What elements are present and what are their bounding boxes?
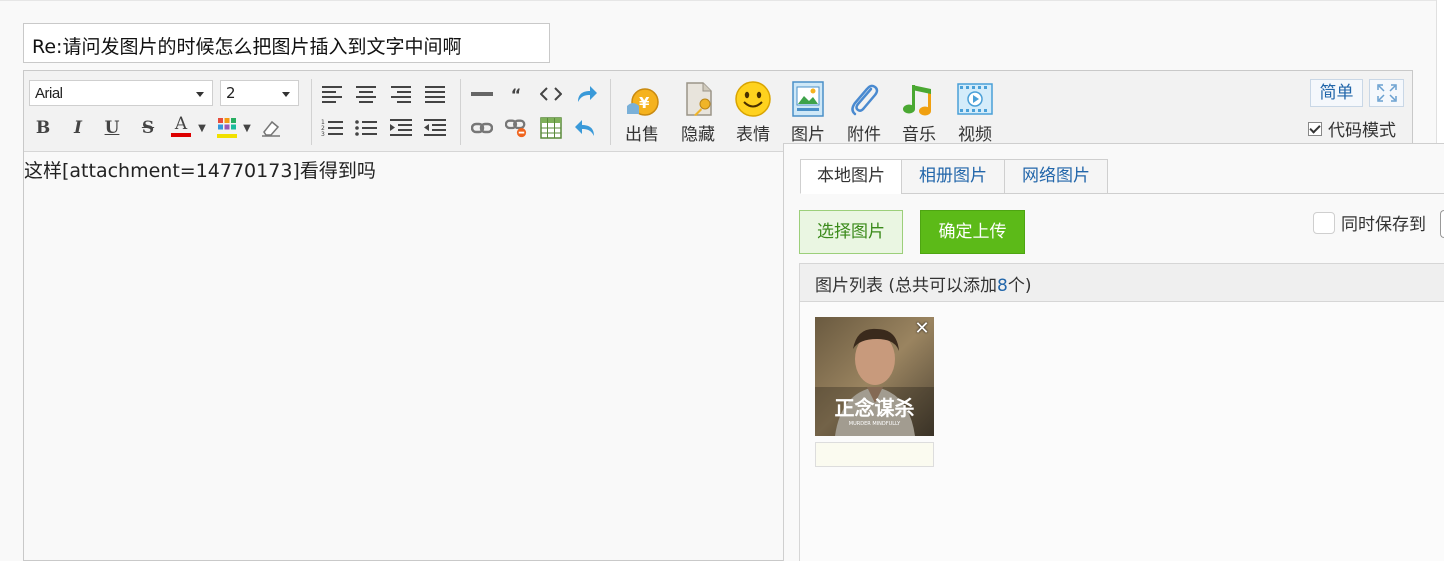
- subject-input[interactable]: Re:请问发图片的时候怎么把图片插入到文字中间啊: [23, 23, 550, 63]
- code-mode-label: 代码模式: [1328, 121, 1396, 141]
- code-mode-toggle[interactable]: 代码模式: [1308, 116, 1396, 141]
- font-size-select[interactable]: 2: [220, 80, 299, 106]
- album-select[interactable]: [1440, 210, 1444, 238]
- italic-icon[interactable]: I: [67, 117, 89, 139]
- toolbar-divider: [610, 79, 611, 145]
- hide-button[interactable]: 隐藏: [672, 80, 724, 146]
- redo-icon[interactable]: [575, 83, 597, 105]
- music-button[interactable]: 音乐: [893, 80, 945, 146]
- align-right-icon[interactable]: [390, 83, 412, 105]
- music-note-icon: [900, 80, 938, 118]
- font-color-icon[interactable]: A: [170, 115, 192, 137]
- code-mode-checkbox[interactable]: [1308, 121, 1322, 136]
- attachment-button[interactable]: 附件: [838, 80, 890, 146]
- font-size-value: 2: [226, 84, 236, 102]
- horizontal-rule-icon[interactable]: [471, 83, 493, 105]
- toolbar-divider: [311, 79, 312, 145]
- save-to-checkbox[interactable]: [1313, 211, 1335, 234]
- image-list-header-suffix: 个): [1007, 276, 1032, 296]
- hide-label: 隐藏: [681, 125, 715, 145]
- chevron-down-icon: [196, 92, 204, 97]
- unlink-icon[interactable]: [505, 117, 527, 139]
- code-icon[interactable]: [540, 83, 562, 105]
- video-button[interactable]: 视频: [949, 80, 1001, 146]
- font-family-value: Arial: [35, 85, 63, 102]
- ordered-list-icon[interactable]: 123: [321, 117, 343, 139]
- video-label: 视频: [958, 125, 992, 145]
- thumbnail-caption: 正念谋杀: [835, 396, 915, 420]
- hidden-document-icon: [679, 80, 717, 118]
- attachment-label: 附件: [847, 125, 881, 145]
- save-to-label: 同时保存到: [1341, 215, 1426, 235]
- align-left-icon[interactable]: [321, 83, 343, 105]
- tab-album-images[interactable]: 相册图片: [901, 159, 1005, 194]
- chevron-down-icon[interactable]: ▼: [241, 117, 253, 139]
- video-icon: [956, 80, 994, 118]
- sell-label: 出售: [625, 125, 659, 145]
- thumbnail-subcaption: MURDER MINDFULLY: [849, 421, 901, 427]
- image-label: 图片: [791, 125, 825, 145]
- image-icon: [789, 80, 827, 118]
- align-justify-icon[interactable]: [424, 83, 446, 105]
- font-family-select[interactable]: Arial: [29, 80, 213, 106]
- eraser-icon[interactable]: [260, 117, 282, 139]
- fullscreen-icon: [1376, 83, 1397, 103]
- image-button[interactable]: 图片: [782, 80, 834, 146]
- select-image-button[interactable]: 选择图片: [799, 210, 903, 254]
- bold-icon[interactable]: B: [32, 117, 54, 139]
- toolbar-divider: [460, 79, 461, 145]
- svg-text:¥: ¥: [639, 94, 650, 112]
- strikethrough-icon[interactable]: S: [137, 117, 159, 139]
- chevron-down-icon: [282, 92, 290, 97]
- tab-local-images[interactable]: 本地图片: [800, 159, 902, 194]
- save-to-option[interactable]: 同时保存到: [1313, 210, 1426, 235]
- sell-button[interactable]: ¥ 出售: [616, 80, 668, 146]
- outdent-icon[interactable]: [424, 117, 446, 139]
- image-description-input[interactable]: [815, 442, 934, 467]
- image-list-max-count: 8: [997, 276, 1008, 296]
- simple-mode-button[interactable]: 简单: [1310, 79, 1363, 107]
- table-icon[interactable]: [540, 117, 562, 139]
- smiley-icon: [734, 80, 772, 118]
- confirm-upload-button[interactable]: 确定上传: [920, 210, 1025, 254]
- align-center-icon[interactable]: [355, 83, 377, 105]
- indent-icon[interactable]: [390, 117, 412, 139]
- undo-icon[interactable]: [575, 117, 597, 139]
- quote-icon[interactable]: “: [505, 83, 527, 105]
- close-icon[interactable]: ✕: [913, 320, 931, 338]
- svg-text:3: 3: [321, 131, 325, 138]
- emoticon-button[interactable]: 表情: [727, 80, 779, 146]
- emoticon-label: 表情: [736, 125, 770, 145]
- link-icon[interactable]: [471, 117, 493, 139]
- underline-icon[interactable]: U: [101, 117, 123, 139]
- tab-web-images[interactable]: 网络图片: [1004, 159, 1108, 194]
- unordered-list-icon[interactable]: [355, 117, 377, 139]
- background-color-icon[interactable]: [216, 117, 238, 139]
- fullscreen-button[interactable]: [1369, 79, 1404, 107]
- chevron-down-icon[interactable]: ▼: [196, 117, 208, 139]
- money-bag-icon: ¥: [623, 80, 661, 118]
- editor-content[interactable]: 这样[attachment=14770173]看得到吗: [24, 156, 376, 183]
- paperclip-icon: [845, 80, 883, 118]
- music-label: 音乐: [902, 125, 936, 145]
- image-list-header-prefix: 图片列表 (总共可以添加: [815, 276, 998, 296]
- image-list-header: 图片列表 (总共可以添加8个): [799, 263, 1444, 302]
